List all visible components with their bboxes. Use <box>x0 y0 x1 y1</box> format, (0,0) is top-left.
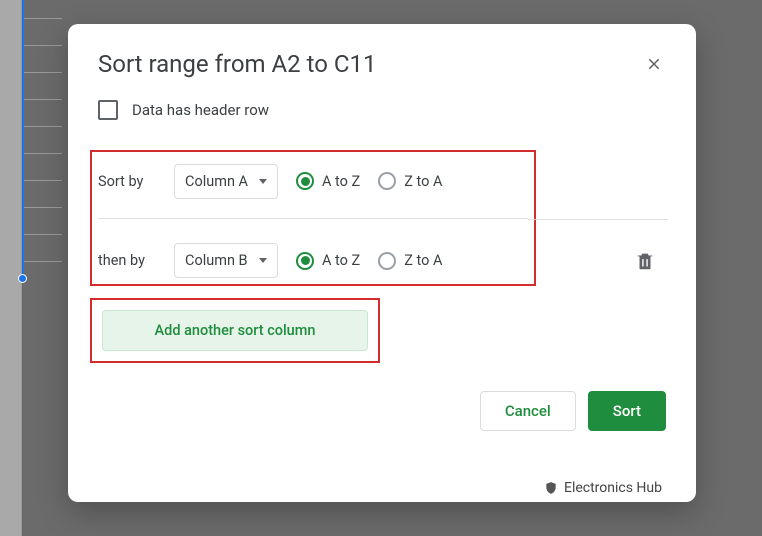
caret-down-icon <box>259 258 267 263</box>
watermark-text: Electronics Hub <box>564 480 662 496</box>
radio-icon <box>296 172 314 190</box>
radio-icon <box>378 252 396 270</box>
add-column-highlight: Add another sort column <box>90 298 380 363</box>
add-sort-column-button[interactable]: Add another sort column <box>102 310 368 351</box>
radio-label: A to Z <box>322 173 360 190</box>
column-select-value: Column A <box>185 173 248 190</box>
header-row-label: Data has header row <box>132 101 269 119</box>
radio-label: Z to A <box>404 252 442 269</box>
column-select-value: Column B <box>185 252 248 269</box>
radio-icon <box>378 172 396 190</box>
shield-icon <box>544 481 558 495</box>
column-select[interactable]: Column A <box>174 164 278 199</box>
radio-label: Z to A <box>404 173 442 190</box>
header-row-option[interactable]: Data has header row <box>98 100 666 120</box>
radio-a-to-z[interactable]: A to Z <box>296 172 360 190</box>
sort-rules-highlight: Sort by Column A A to Z Z to A then by C… <box>90 150 536 286</box>
trash-icon <box>634 250 656 272</box>
radio-label: A to Z <box>322 252 360 269</box>
cancel-button[interactable]: Cancel <box>480 391 576 431</box>
dialog-title: Sort range from A2 to C11 <box>98 50 376 78</box>
dialog-footer: Cancel Sort <box>98 391 666 431</box>
sort-rule-label: then by <box>98 252 156 269</box>
radio-z-to-a[interactable]: Z to A <box>378 252 442 270</box>
sort-rule-row: Sort by Column A A to Z Z to A <box>98 156 528 206</box>
caret-down-icon <box>259 179 267 184</box>
watermark: Electronics Hub <box>544 480 662 496</box>
close-icon <box>645 55 663 73</box>
sort-rule-row: then by Column B A to Z Z to A <box>98 218 528 280</box>
radio-z-to-a[interactable]: Z to A <box>378 172 442 190</box>
delete-rule-button[interactable] <box>634 250 656 272</box>
column-select[interactable]: Column B <box>174 243 278 278</box>
dialog-header: Sort range from A2 to C11 <box>98 50 666 78</box>
radio-icon <box>296 252 314 270</box>
sort-range-dialog: Sort range from A2 to C11 Data has heade… <box>68 24 696 502</box>
sort-button[interactable]: Sort <box>588 391 666 431</box>
header-row-checkbox[interactable] <box>98 100 118 120</box>
radio-a-to-z[interactable]: A to Z <box>296 252 360 270</box>
close-button[interactable] <box>642 52 666 76</box>
spreadsheet-background <box>0 0 60 536</box>
sort-rule-label: Sort by <box>98 173 156 190</box>
